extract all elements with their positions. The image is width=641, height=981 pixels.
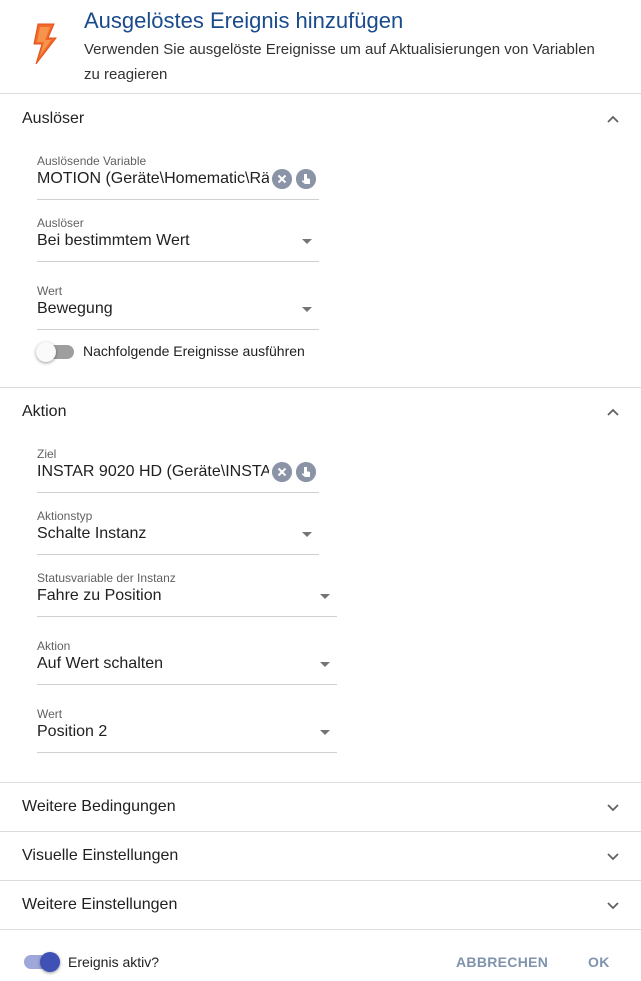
- field-value: MOTION (Geräte\Homematic\Rä: [37, 170, 269, 187]
- trigger-value-select[interactable]: Wert Bewegung: [37, 284, 319, 330]
- field-label: Statusvariable der Instanz: [37, 571, 176, 585]
- chevron-up-icon[interactable]: [605, 404, 621, 420]
- event-active-toggle[interactable]: [24, 952, 60, 972]
- dialog-subtitle: Verwenden Sie ausgelöste Ereignisse um a…: [84, 41, 595, 83]
- dropdown-arrow-icon[interactable]: [302, 532, 312, 537]
- dropdown-arrow-icon[interactable]: [320, 594, 330, 599]
- chevron-down-icon[interactable]: [605, 897, 621, 913]
- field-underline: [37, 554, 319, 555]
- clear-icon[interactable]: [272, 169, 292, 189]
- toggle-knob[interactable]: [36, 342, 56, 362]
- field-label: Aktionstyp: [37, 509, 93, 523]
- dropdown-arrow-icon[interactable]: [320, 662, 330, 667]
- field-value: Position 2: [37, 723, 108, 740]
- dialog-title: Ausgelöstes Ereignis hinzufügen: [84, 8, 404, 33]
- field-label: Auslösende Variable: [37, 154, 147, 168]
- action-type-select[interactable]: Aktionstyp Schalte Instanz: [37, 509, 319, 555]
- chevron-up-icon[interactable]: [605, 111, 621, 127]
- toggle-knob[interactable]: [40, 952, 60, 972]
- section-header-further-conditions[interactable]: Weitere Bedingungen: [0, 783, 641, 831]
- field-underline: [37, 752, 337, 753]
- field-value: INSTAR 9020 HD (Geräte\INSTAF: [37, 463, 269, 480]
- field-underline: [37, 492, 319, 493]
- section-title: Weitere Bedingungen: [22, 798, 176, 815]
- section-header-action[interactable]: Aktion: [0, 388, 641, 436]
- chevron-down-icon[interactable]: [605, 848, 621, 864]
- field-value: Bewegung: [37, 300, 113, 317]
- ok-button[interactable]: OK: [588, 952, 610, 972]
- section-title: Visuelle Einstellungen: [22, 847, 179, 864]
- section-title-trigger: Auslöser: [22, 110, 85, 127]
- select-pointer-icon[interactable]: [296, 169, 316, 189]
- field-underline: [37, 684, 337, 685]
- field-value: Schalte Instanz: [37, 525, 147, 542]
- field-underline: [37, 261, 319, 262]
- field-underline: [37, 199, 319, 200]
- dropdown-arrow-icon[interactable]: [320, 730, 330, 735]
- field-underline: [37, 329, 319, 330]
- lightning-bolt-icon: [33, 23, 58, 65]
- action-select[interactable]: Aktion Auf Wert schalten: [37, 639, 337, 685]
- cancel-button[interactable]: ABBRECHEN: [456, 952, 548, 972]
- field-label: Aktion: [37, 639, 71, 653]
- dropdown-arrow-icon[interactable]: [302, 307, 312, 312]
- dropdown-arrow-icon[interactable]: [302, 239, 312, 244]
- action-value-select[interactable]: Wert Position 2: [37, 707, 337, 753]
- field-value: Auf Wert schalten: [37, 655, 163, 672]
- subsequent-events-toggle[interactable]: [36, 342, 74, 362]
- select-pointer-icon[interactable]: [296, 462, 316, 482]
- target-field[interactable]: Ziel INSTAR 9020 HD (Geräte\INSTAF: [37, 447, 319, 493]
- field-value: Fahre zu Position: [37, 587, 162, 604]
- chevron-down-icon[interactable]: [605, 799, 621, 815]
- field-label: Wert: [37, 707, 63, 721]
- field-label: Ziel: [37, 447, 57, 461]
- section-header-trigger[interactable]: Auslöser: [0, 95, 641, 143]
- field-label: Wert: [37, 284, 63, 298]
- field-label: Auslöser: [37, 216, 84, 230]
- footer-divider: [0, 929, 641, 930]
- section-header-further-settings[interactable]: Weitere Einstellungen: [0, 881, 641, 929]
- section-title-action: Aktion: [22, 403, 67, 420]
- field-value: Bei bestimmtem Wert: [37, 232, 190, 249]
- section-title: Weitere Einstellungen: [22, 896, 178, 913]
- subsequent-events-label: Nachfolgende Ereignisse ausführen: [83, 343, 305, 359]
- status-variable-select[interactable]: Statusvariable der Instanz Fahre zu Posi…: [37, 571, 337, 617]
- dialog-header: Ausgelöstes Ereignis hinzufügen Verwende…: [0, 0, 641, 94]
- clear-icon[interactable]: [272, 462, 292, 482]
- section-header-visual-settings[interactable]: Visuelle Einstellungen: [0, 832, 641, 880]
- event-active-label: Ereignis aktiv?: [68, 954, 160, 970]
- trigger-variable-field[interactable]: Auslösende Variable MOTION (Geräte\Homem…: [37, 154, 319, 200]
- field-underline: [37, 616, 337, 617]
- trigger-type-select[interactable]: Auslöser Bei bestimmtem Wert: [37, 216, 319, 262]
